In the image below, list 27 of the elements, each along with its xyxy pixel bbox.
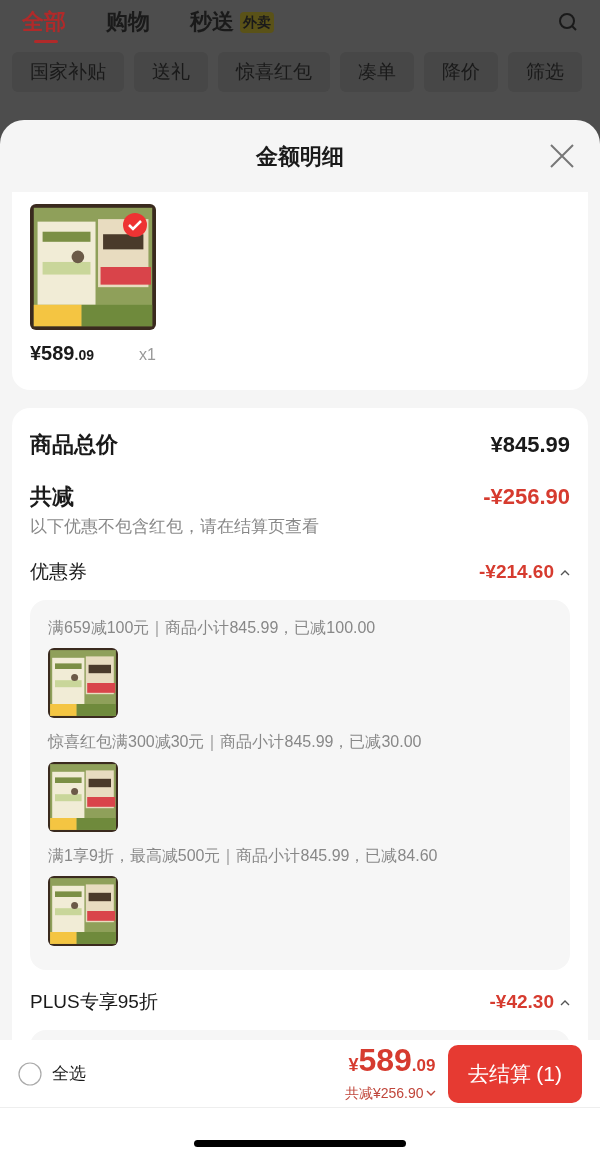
discount-summary[interactable]: 共减¥256.90 bbox=[344, 1083, 424, 1104]
close-icon[interactable] bbox=[550, 144, 574, 168]
label: PLUS专享95折 bbox=[30, 990, 158, 1015]
quantity: x1 bbox=[139, 345, 156, 365]
discount-amount: -¥214.60 bbox=[479, 560, 554, 585]
chevron-down-icon bbox=[425, 1090, 436, 1097]
label: 共减 bbox=[30, 482, 74, 511]
badge: 外卖 bbox=[240, 11, 274, 33]
label: 商品总价 bbox=[30, 430, 118, 459]
discount-amount: -¥256.90 bbox=[483, 482, 570, 511]
tab[interactable]: 全部 bbox=[22, 7, 66, 37]
coupon-detail: 惊喜红包满300减30元｜商品小计845.99，已减30.00 bbox=[48, 731, 423, 753]
sheet-title: 金额明细 bbox=[256, 142, 344, 171]
total-price: ¥589.09 bbox=[348, 1043, 436, 1080]
checkout-button[interactable]: 去结算 (1) bbox=[447, 1044, 582, 1103]
tab-underline bbox=[34, 40, 58, 43]
discount-amount: -¥42.30 bbox=[489, 990, 554, 1015]
radio-button[interactable] bbox=[18, 1061, 42, 1086]
price: ¥589.09 bbox=[30, 341, 94, 366]
check-icon[interactable] bbox=[122, 212, 148, 238]
search-icon[interactable] bbox=[558, 12, 578, 32]
label: 优惠券 bbox=[30, 560, 87, 585]
coupon-detail: 满1享9折，最高减500元｜商品小计845.99，已减84.60 bbox=[48, 845, 439, 867]
total-price: ¥845.99 bbox=[490, 430, 570, 459]
note: 以下优惠不包含红包，请在结算页查看 bbox=[30, 516, 320, 538]
coupon-detail: 满659减100元｜商品小计845.99，已减100.00 bbox=[48, 617, 377, 639]
select-all-label[interactable]: 全选 bbox=[52, 1060, 86, 1087]
